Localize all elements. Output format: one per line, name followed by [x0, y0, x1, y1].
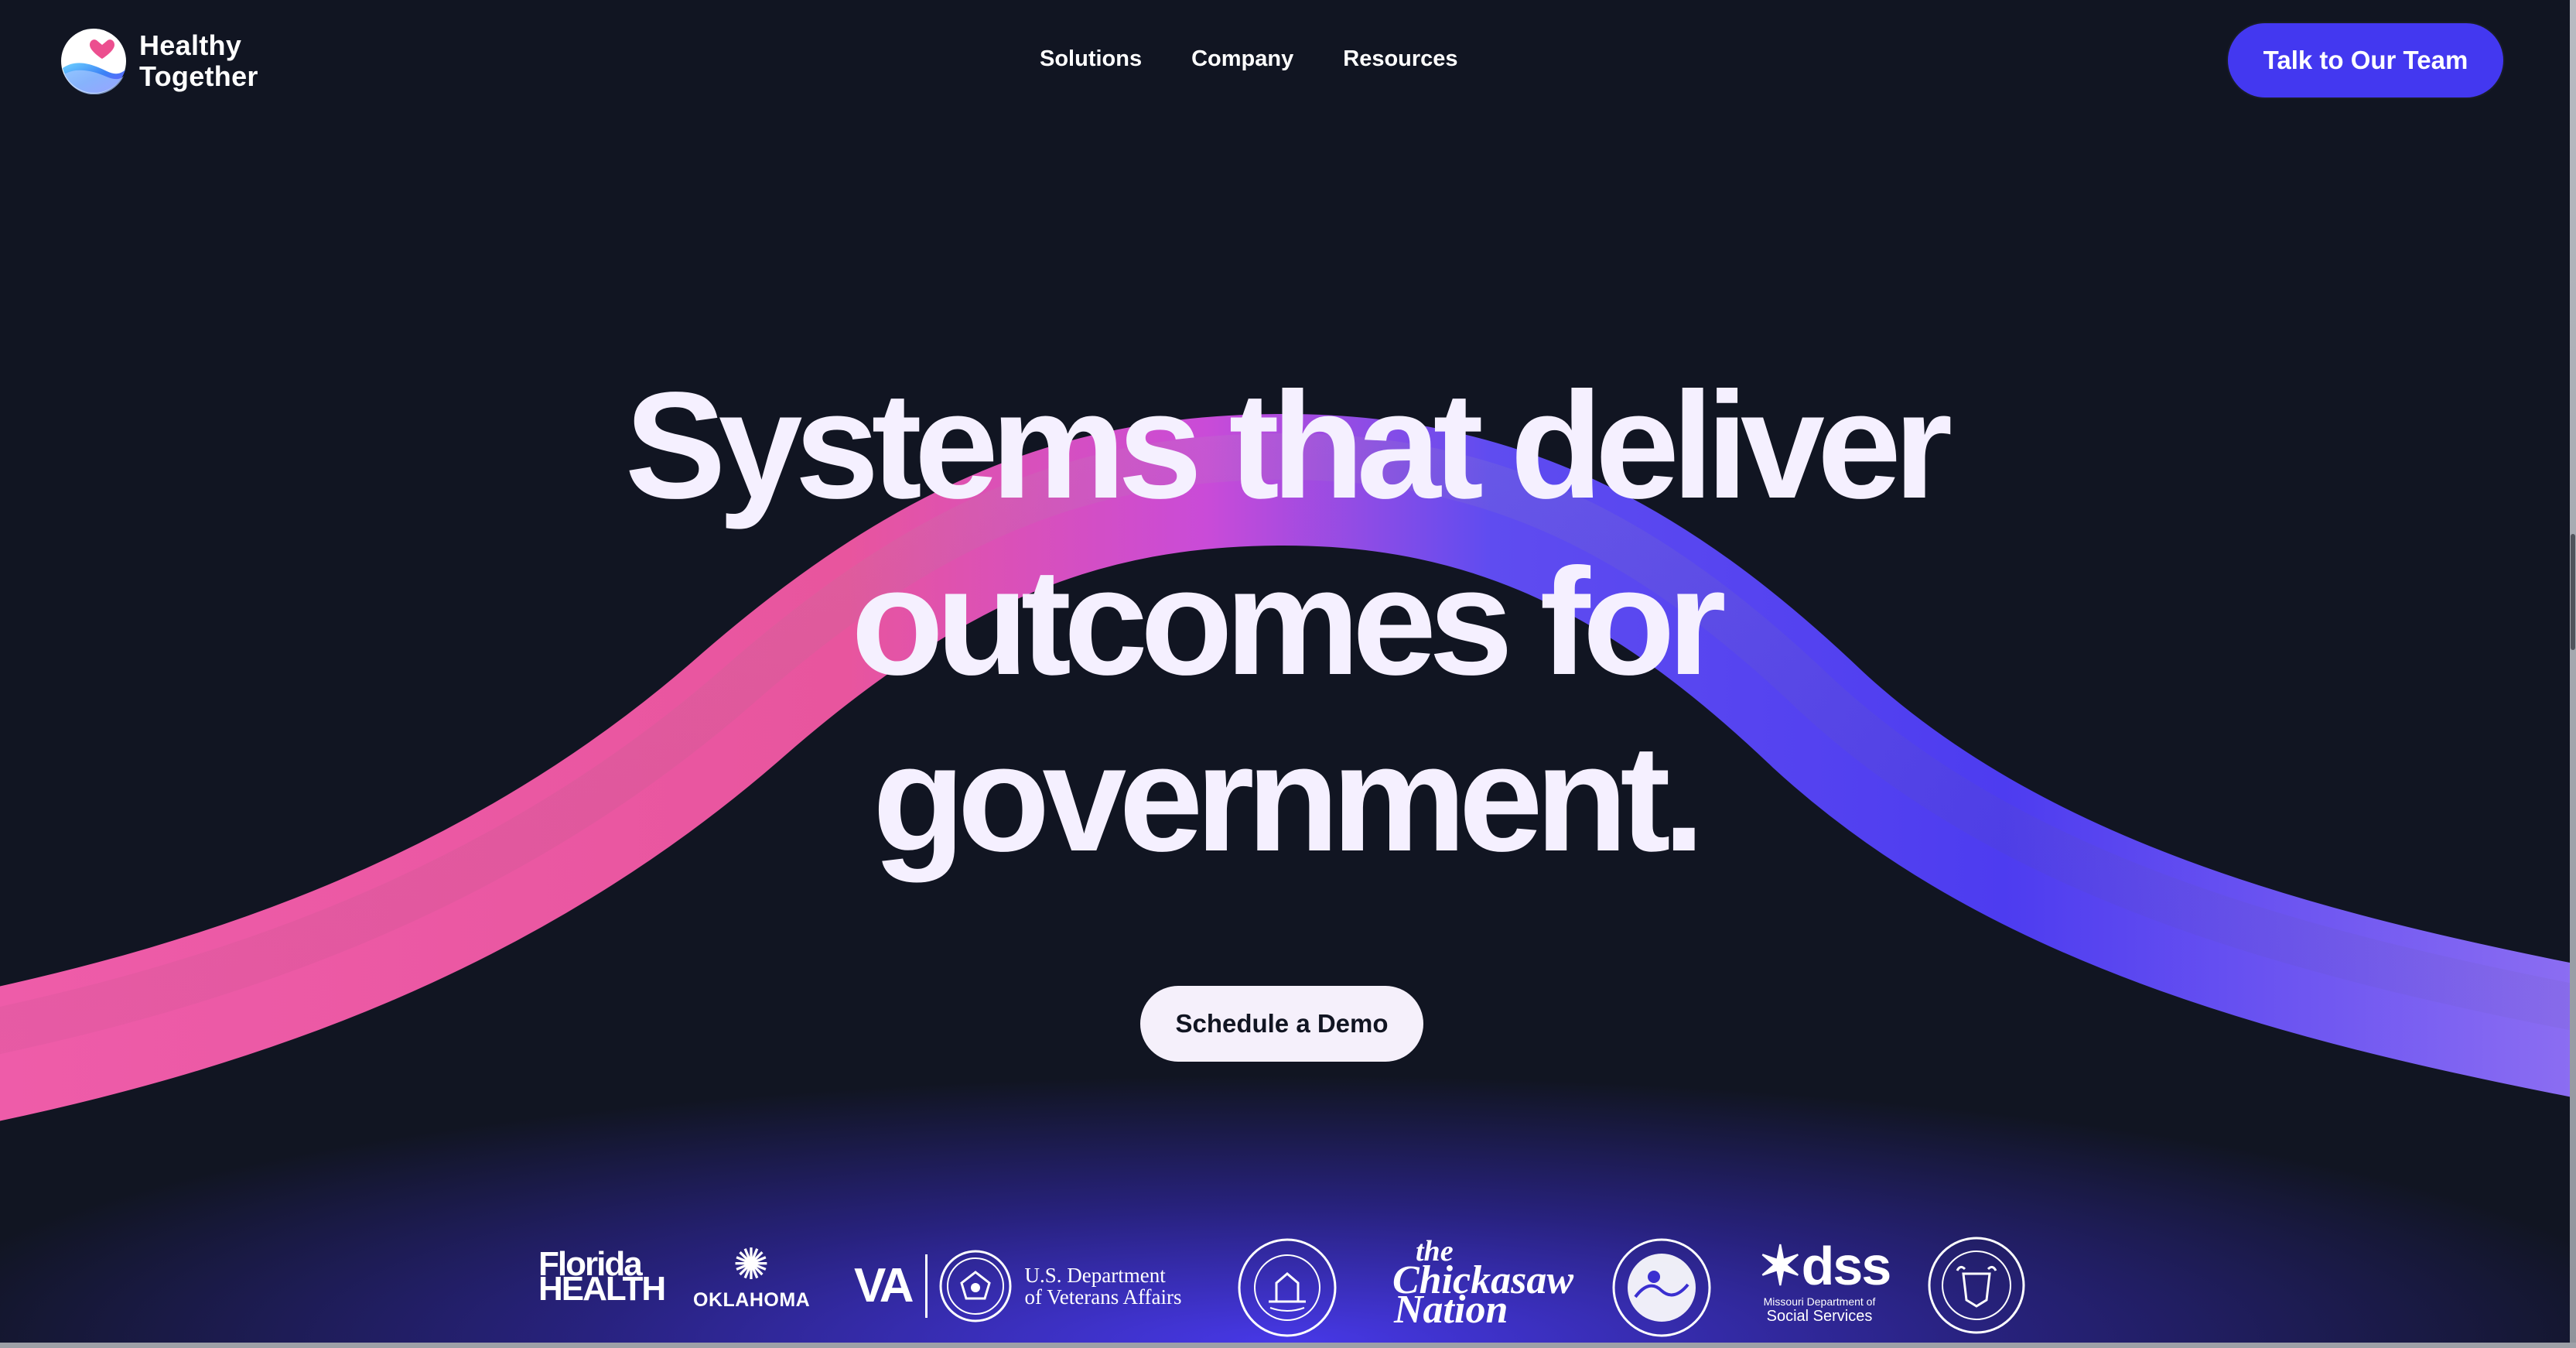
missouri-dss-logo: ✶dss Missouri Department of Social Servi…	[1758, 1236, 1891, 1325]
oklahoma-logo: ✺ OKLAHOMA	[693, 1240, 811, 1312]
va-department-name: U.S. Department of Veterans Affairs	[1025, 1264, 1182, 1308]
va-name-line2: of Veterans Affairs	[1024, 1285, 1182, 1309]
dss-name-line2: Social Services	[1766, 1308, 1873, 1325]
hero-headline-line1: Systems that deliver	[624, 361, 1952, 530]
talk-to-team-button[interactable]: Talk to Our Team	[2228, 23, 2503, 98]
florida-health-logo: Florida HEALTH	[538, 1247, 666, 1308]
va-seal-icon	[939, 1250, 1012, 1322]
healthy-together-logo-icon	[61, 29, 126, 94]
dss-person-icon: ✶	[1758, 1236, 1803, 1296]
florida-health-line2: HEALTH	[538, 1270, 666, 1308]
nav-resources[interactable]: Resources	[1343, 43, 1457, 74]
maryland-market-money-seal-icon	[1612, 1238, 1711, 1337]
scrollbar-thumb[interactable]	[2571, 534, 2575, 650]
main-nav: Solutions Company Resources	[1040, 43, 1458, 74]
window-bottom-edge	[0, 1343, 2576, 1348]
brand-name-line1: Healthy	[139, 29, 242, 61]
brand-logo[interactable]: Healthy Together	[60, 28, 258, 94]
dss-abbreviation: ✶dss	[1758, 1236, 1891, 1296]
chickasaw-nation-logo: the Chickasaw Nation	[1392, 1237, 1573, 1330]
website-viewport: Healthy Together Solutions Company Resou…	[0, 0, 2570, 1343]
dss-name-line1: Missouri Department of	[1763, 1295, 1876, 1308]
va-divider	[924, 1254, 928, 1318]
veterans-affairs-logo: VA U.S. Department of Veterans Affairs	[854, 1249, 1181, 1323]
nav-solutions[interactable]: Solutions	[1040, 43, 1142, 74]
hero-headline-line2: outcomes for	[851, 537, 1726, 707]
oklahoma-name: OKLAHOMA	[693, 1289, 811, 1311]
brand-name-line2: Together	[139, 60, 258, 92]
va-abbreviation: VA	[854, 1259, 914, 1312]
schedule-demo-button[interactable]: Schedule a Demo	[1140, 986, 1423, 1062]
brand-name: Healthy Together	[139, 30, 258, 92]
dss-letters: dss	[1801, 1236, 1892, 1296]
partner-logos: Florida HEALTH ✺ OKLAHOMA VA U.S. Depart…	[0, 1226, 2570, 1337]
oklahoma-emblem-icon: ✺	[733, 1240, 770, 1288]
maryland-agriculture-seal-icon	[1238, 1238, 1337, 1337]
michigan-seal-icon	[1928, 1237, 2025, 1334]
hero-headline: Systems that deliver outcomes for govern…	[0, 358, 2570, 887]
window-edge-scrollbar[interactable]	[2570, 0, 2576, 1348]
hero-headline-line3: government.	[872, 713, 1705, 883]
nav-company[interactable]: Company	[1191, 43, 1293, 74]
va-name-line1: U.S. Department	[1024, 1264, 1166, 1287]
